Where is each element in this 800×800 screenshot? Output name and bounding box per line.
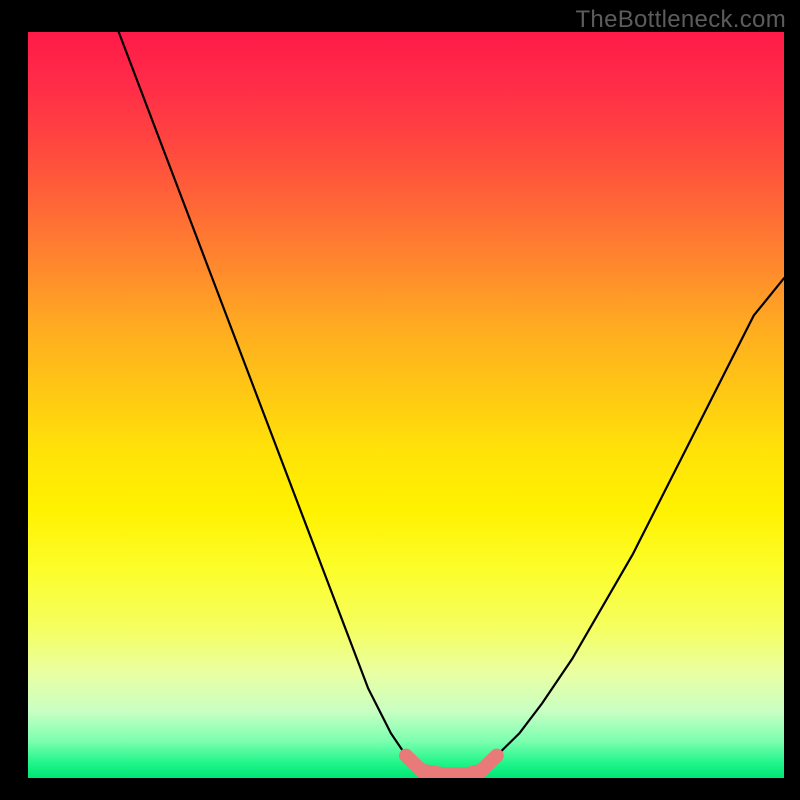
curve-layer (28, 32, 784, 778)
watermark-text: TheBottleneck.com (575, 6, 786, 34)
chart-frame: TheBottleneck.com (0, 0, 800, 800)
bottom-highlight-curve (406, 756, 497, 775)
plot-area (28, 32, 784, 778)
right-ascent-curve (497, 278, 784, 755)
left-descent-curve (119, 32, 406, 756)
